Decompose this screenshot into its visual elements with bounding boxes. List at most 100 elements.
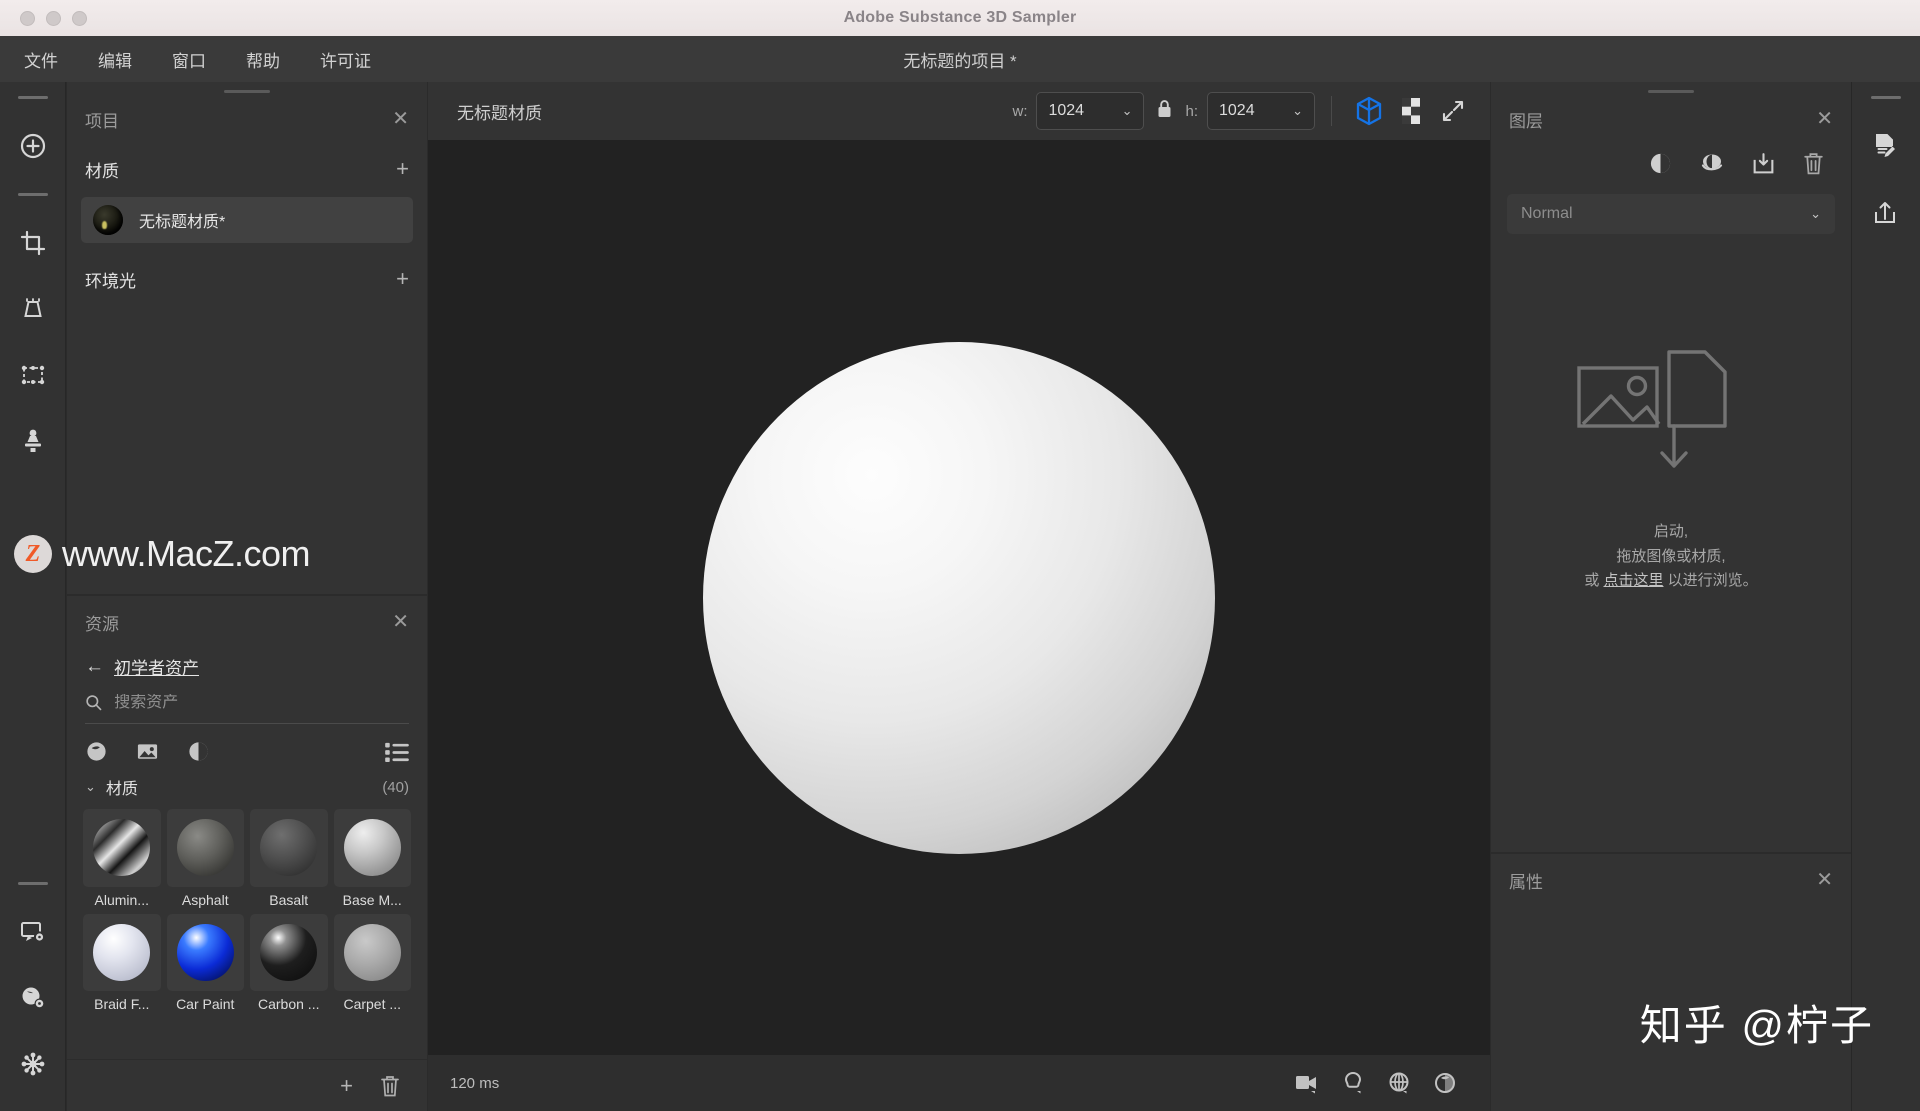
close-icon[interactable]: ✕: [392, 612, 409, 632]
close-icon[interactable]: ✕: [1816, 870, 1833, 890]
delete-icon[interactable]: [1802, 151, 1825, 176]
dropzone-line3: 或 点击这里 以进行浏览。: [1584, 569, 1757, 594]
asset-thumbnail-item[interactable]: Asphalt: [166, 809, 244, 908]
asset-thumbnail-item[interactable]: Braid F...: [83, 913, 161, 1012]
right-tool-rail: [1851, 82, 1920, 1111]
material-preview-sphere[interactable]: [703, 341, 1215, 854]
environment-icon[interactable]: [1376, 1063, 1422, 1103]
list-view-icon[interactable]: [385, 742, 409, 762]
lighting-icon[interactable]: [1330, 1063, 1376, 1103]
add-layer-icon[interactable]: [0, 113, 66, 179]
mask-icon[interactable]: [1699, 151, 1725, 176]
asset-thumbnail-item[interactable]: Basalt: [250, 809, 328, 908]
material-settings-icon[interactable]: [0, 965, 66, 1031]
menu-bar: 文件 编辑 窗口 帮助 许可证 无标题的项目 *: [0, 36, 1920, 82]
project-panel: 项目 ✕ 材质 + 无标题材质* 环境光 +: [67, 82, 427, 594]
asset-thumbnail-item[interactable]: Alumin...: [83, 809, 161, 908]
blend-mode-value: Normal: [1521, 205, 1573, 222]
crop-icon[interactable]: [0, 210, 66, 276]
asset-thumbnail-item[interactable]: Car Paint: [166, 913, 244, 1012]
adjustment-icon[interactable]: [1648, 151, 1673, 176]
material-thumbnail: [93, 205, 123, 235]
transform-icon[interactable]: [0, 342, 66, 408]
3d-view-icon[interactable]: [1348, 90, 1390, 132]
asset-sphere-preview: [343, 923, 401, 981]
export-icon[interactable]: [1852, 179, 1918, 245]
project-panel-header: 项目 ✕: [67, 93, 427, 145]
search-icon: [86, 695, 102, 711]
asset-thumbnail-label: Alumin...: [94, 891, 149, 908]
camera-icon[interactable]: [1284, 1063, 1330, 1103]
layers-panel-title: 图层: [1509, 111, 1543, 131]
asset-thumbnail-item[interactable]: Base M...: [333, 809, 411, 908]
chevron-down-icon: ⌄: [85, 779, 96, 794]
viewport-area: 无标题材质 w: 1024 ⌄ h: 1024 ⌄ 120 ms: [428, 82, 1490, 1111]
height-dropdown[interactable]: 1024 ⌄: [1207, 92, 1315, 130]
asset-thumbnail-label: Carpet ...: [343, 996, 402, 1012]
image-filter-icon[interactable]: [136, 740, 159, 763]
display-settings-icon[interactable]: [0, 899, 66, 965]
asset-thumbnail-image: [250, 913, 328, 991]
asset-thumbnail-image: [250, 809, 328, 887]
dropzone-line1: 启动,: [1653, 522, 1689, 540]
properties-panel: 属性 ✕: [1491, 854, 1851, 1111]
layers-panel: 图层 ✕ Normal ⌄ 启动, 拖放图像或材质, 或 点击这里 以进行浏览。: [1491, 82, 1851, 852]
material-preview-icon[interactable]: [1422, 1063, 1468, 1103]
asset-thumbnail-label: Carbon ...: [258, 996, 320, 1012]
back-arrow-icon[interactable]: ←: [85, 656, 104, 678]
add-material-button[interactable]: +: [396, 158, 409, 180]
height-value: 1024: [1219, 102, 1255, 119]
macz-logo-icon: Z: [14, 535, 52, 573]
3d-viewport[interactable]: [428, 140, 1490, 1055]
properties-panel-header: 属性 ✕: [1491, 854, 1851, 906]
environment-section-header: 环境光 +: [67, 255, 427, 303]
delete-icon[interactable]: [379, 1074, 401, 1098]
asset-thumbnail-item[interactable]: Carbon ...: [250, 913, 328, 1012]
dropzone-line2: 拖放图像或材质,: [1616, 547, 1726, 565]
fullscreen-icon[interactable]: [1432, 90, 1474, 132]
material-list-item[interactable]: 无标题材质*: [81, 197, 413, 243]
dropzone-suffix: 以进行浏览。: [1663, 572, 1758, 590]
chevron-down-icon: ⌄: [1292, 103, 1303, 118]
perspective-icon[interactable]: [0, 276, 66, 342]
lock-icon[interactable]: [1156, 99, 1173, 124]
assets-panel-footer: +: [67, 1059, 427, 1111]
environment-section-label: 环境光: [85, 271, 136, 291]
browse-link[interactable]: 点击这里: [1603, 572, 1663, 589]
asset-sphere-preview: [343, 819, 401, 877]
watermark-macz-text: www.MacZ.com: [62, 533, 311, 574]
width-dropdown[interactable]: 1024 ⌄: [1036, 92, 1145, 130]
import-icon[interactable]: [1751, 151, 1776, 176]
breadcrumb: ← 初学者资产: [67, 648, 427, 679]
2d-view-icon[interactable]: [1390, 90, 1432, 132]
document-edit-icon[interactable]: [1852, 113, 1918, 179]
layers-panel-header: 图层 ✕: [1491, 93, 1851, 145]
asset-sphere-preview: [260, 819, 318, 877]
layer-dropzone[interactable]: 启动, 拖放图像或材质, 或 点击这里 以进行浏览。: [1491, 222, 1851, 712]
materials-group-count: (40): [382, 778, 409, 796]
dropzone-text: 启动, 拖放图像或材质, 或 点击这里 以进行浏览。: [1584, 520, 1757, 594]
breadcrumb-link[interactable]: 初学者资产: [114, 654, 199, 679]
clone-stamp-icon[interactable]: [0, 408, 66, 474]
close-icon[interactable]: ✕: [1816, 109, 1833, 129]
search-input[interactable]: [114, 693, 409, 712]
search-bar: [85, 693, 409, 724]
chevron-down-icon: ⌄: [1121, 103, 1133, 118]
properties-panel-title: 属性: [1509, 872, 1543, 892]
graph-nodes-icon[interactable]: [0, 1031, 66, 1097]
materials-group-header[interactable]: ⌄ 材质 (40): [67, 763, 427, 799]
app-title: Adobe Substance 3D Sampler: [843, 9, 1077, 26]
add-environment-button[interactable]: +: [396, 268, 409, 290]
asset-sphere-preview: [176, 923, 234, 981]
filter-filter-icon[interactable]: [187, 740, 210, 763]
asset-thumbnail-item[interactable]: Carpet ...: [333, 913, 411, 1012]
assets-panel-header: 资源 ✕: [67, 596, 427, 648]
watermark-macz: Z www.MacZ.com: [14, 533, 311, 575]
asset-sphere-preview: [260, 923, 318, 981]
add-asset-button[interactable]: +: [340, 1074, 353, 1097]
material-filter-icon[interactable]: [85, 740, 108, 763]
asset-sphere-preview: [93, 819, 151, 877]
asset-thumbnail-image: [83, 809, 161, 887]
close-icon[interactable]: ✕: [392, 109, 409, 129]
asset-filter-row: [67, 724, 427, 763]
